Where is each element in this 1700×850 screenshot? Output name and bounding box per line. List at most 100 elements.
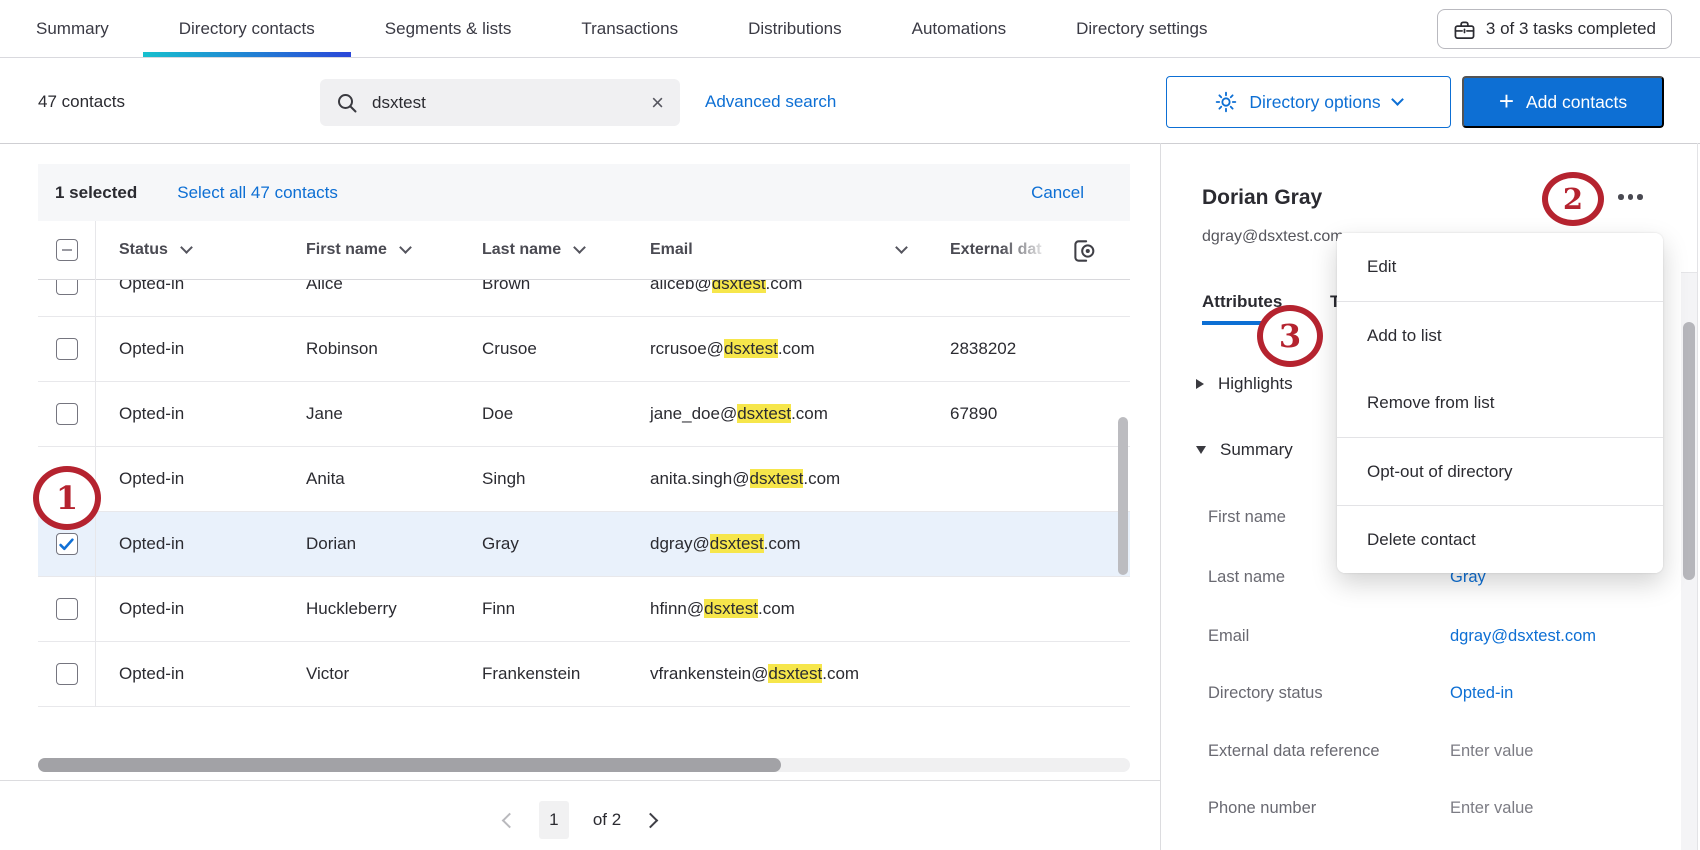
annotation-circle-1: 1 [33, 466, 101, 530]
column-label-last-name: Last name [482, 241, 561, 259]
directory-contacts-page: Summary Directory contacts Segments & list… [0, 0, 1700, 850]
add-contacts-button[interactable]: + Add contacts [1462, 76, 1664, 128]
tasks-completed-button[interactable]: 3 of 3 tasks completed [1437, 9, 1672, 49]
table-horizontal-scrollbar-track[interactable] [38, 758, 1130, 772]
row-checkbox-cell [38, 533, 95, 555]
cell-status: Opted-in [95, 280, 282, 294]
menu-item-edit[interactable]: Edit [1337, 233, 1663, 301]
table-header: StatusFirst nameLast nameEmailExternal d… [38, 221, 1130, 280]
row-checkbox[interactable] [56, 533, 78, 555]
nav-tabs: Summary Directory contacts Segments & list… [36, 0, 1207, 57]
field-value-phone-number[interactable]: Enter value [1450, 799, 1533, 818]
section-highlights-label: Highlights [1218, 374, 1293, 394]
search-match-highlight: dsxtest [712, 280, 766, 293]
table-row-robinson-crusoe[interactable]: Opted-inRobinsonCrusoercrusoe@dsxtest.co… [38, 317, 1130, 382]
cell-status: Opted-in [95, 404, 282, 424]
column-header-first-name: First name [282, 241, 458, 259]
tab-distributions[interactable]: Distributions [748, 0, 842, 57]
tab-transactions[interactable]: Transactions [581, 0, 678, 57]
checkmark-icon [59, 538, 74, 551]
column-header-email: Email [626, 241, 926, 259]
directory-options-button[interactable]: Directory options [1166, 76, 1451, 128]
table-row-jane-doe[interactable]: Opted-inJaneDoejane_doe@dsxtest.com67890 [38, 382, 1130, 447]
table-row-alice-brown[interactable]: Opted-inAliceBrownaliceb@dsxtest.com [38, 280, 1130, 317]
cell-last-name: Finn [458, 599, 626, 619]
menu-item-remove-from-list[interactable]: Remove from list [1337, 369, 1663, 437]
column-header-last-name: Last name [458, 241, 626, 259]
row-checkbox[interactable] [56, 280, 78, 295]
select-all-link[interactable]: Select all 47 contacts [177, 183, 338, 203]
current-page[interactable]: 1 [539, 801, 569, 839]
cell-email: vfrankenstein@dsxtest.com [626, 664, 926, 684]
cell-email: dgray@dsxtest.com [626, 534, 926, 554]
table-row-victor-frankenstein[interactable]: Opted-inVictorFrankensteinvfrankenstein@… [38, 642, 1130, 707]
row-checkbox-cell [38, 338, 95, 360]
field-value-directory-status[interactable]: Opted-in [1450, 684, 1513, 703]
table-row-anita-singh[interactable]: Opted-inAnitaSinghanita.singh@dsxtest.co… [38, 447, 1130, 512]
cell-first-name: Victor [282, 664, 458, 684]
panel-scrollbar-thumb[interactable] [1683, 322, 1695, 580]
tasks-completed-label: 3 of 3 tasks completed [1486, 19, 1656, 39]
cell-email: rcrusoe@dsxtest.com [626, 339, 926, 359]
search-match-highlight: dsxtest [750, 469, 804, 488]
column-sort-chevron-icon[interactable] [573, 241, 586, 254]
cell-last-name: Brown [458, 280, 626, 294]
table-horizontal-scrollbar-thumb[interactable] [38, 758, 781, 772]
search-input[interactable]: dsxtest × [320, 79, 680, 126]
tab-automations[interactable]: Automations [912, 0, 1007, 57]
page-of-label: of 2 [593, 810, 621, 830]
cell-status: Opted-in [95, 664, 282, 684]
panel-divider [1160, 143, 1161, 850]
column-visibility-icon[interactable] [1070, 237, 1098, 265]
row-checkbox[interactable] [56, 403, 78, 425]
toolbox-icon [1453, 19, 1476, 40]
column-sort-chevron-icon[interactable] [180, 241, 193, 254]
tab-directory-settings[interactable]: Directory settings [1076, 0, 1207, 57]
more-actions-icon[interactable] [1618, 194, 1643, 200]
section-highlights[interactable]: Highlights [1196, 374, 1293, 394]
column-sort-chevron-icon[interactable] [895, 241, 908, 254]
tab-segments-lists[interactable]: Segments & lists [385, 0, 512, 57]
advanced-search-link[interactable]: Advanced search [705, 92, 836, 112]
tab-directory-contacts[interactable]: Directory contacts [179, 0, 315, 57]
header-fade [1000, 224, 1072, 276]
cancel-selection-link[interactable]: Cancel [1031, 183, 1084, 203]
field-value-email[interactable]: dgray@dsxtest.com [1450, 627, 1596, 646]
row-checkbox[interactable] [56, 338, 78, 360]
table-row-huckleberry-finn[interactable]: Opted-inHuckleberryFinnhfinn@dsxtest.com [38, 577, 1130, 642]
menu-item-delete-contact[interactable]: Delete contact [1337, 505, 1663, 573]
clear-search-icon[interactable]: × [651, 92, 664, 114]
cell-external-data: 2838202 [926, 339, 1130, 359]
menu-item-opt-out-of-directory[interactable]: Opt-out of directory [1337, 437, 1663, 505]
table-vertical-scrollbar[interactable] [1118, 417, 1128, 575]
cell-email: aliceb@dsxtest.com [626, 280, 926, 294]
cell-first-name: Robinson [282, 339, 458, 359]
select-all-checkbox[interactable] [56, 239, 78, 261]
field-label-first-name: First name [1208, 508, 1286, 527]
plus-icon: + [1499, 88, 1514, 114]
cell-last-name: Frankenstein [458, 664, 626, 684]
cell-last-name: Crusoe [458, 339, 626, 359]
search-value: dsxtest [372, 93, 651, 113]
menu-item-add-to-list[interactable]: Add to list [1337, 301, 1663, 369]
previous-page-icon[interactable] [502, 812, 518, 828]
row-checkbox-cell [38, 403, 95, 425]
column-label-email: Email [650, 241, 693, 259]
field-label-last-name: Last name [1208, 568, 1285, 587]
cell-status: Opted-in [95, 534, 282, 554]
toolbar-divider [0, 143, 1700, 144]
next-page-icon[interactable] [643, 812, 659, 828]
section-summary[interactable]: Summary [1196, 440, 1293, 460]
column-sort-chevron-icon[interactable] [399, 241, 412, 254]
field-value-external-data-reference[interactable]: Enter value [1450, 742, 1533, 761]
column-label-status: Status [119, 241, 168, 259]
row-checkbox[interactable] [56, 663, 78, 685]
tab-summary[interactable]: Summary [36, 0, 109, 57]
cell-email: anita.singh@dsxtest.com [626, 469, 926, 489]
cell-last-name: Doe [458, 404, 626, 424]
cell-email: jane_doe@dsxtest.com [626, 404, 926, 424]
column-label-first-name: First name [306, 241, 387, 259]
row-checkbox[interactable] [56, 598, 78, 620]
field-label-email: Email [1208, 627, 1249, 646]
table-row-dorian-gray[interactable]: Opted-inDorianGraydgray@dsxtest.com [38, 512, 1130, 577]
